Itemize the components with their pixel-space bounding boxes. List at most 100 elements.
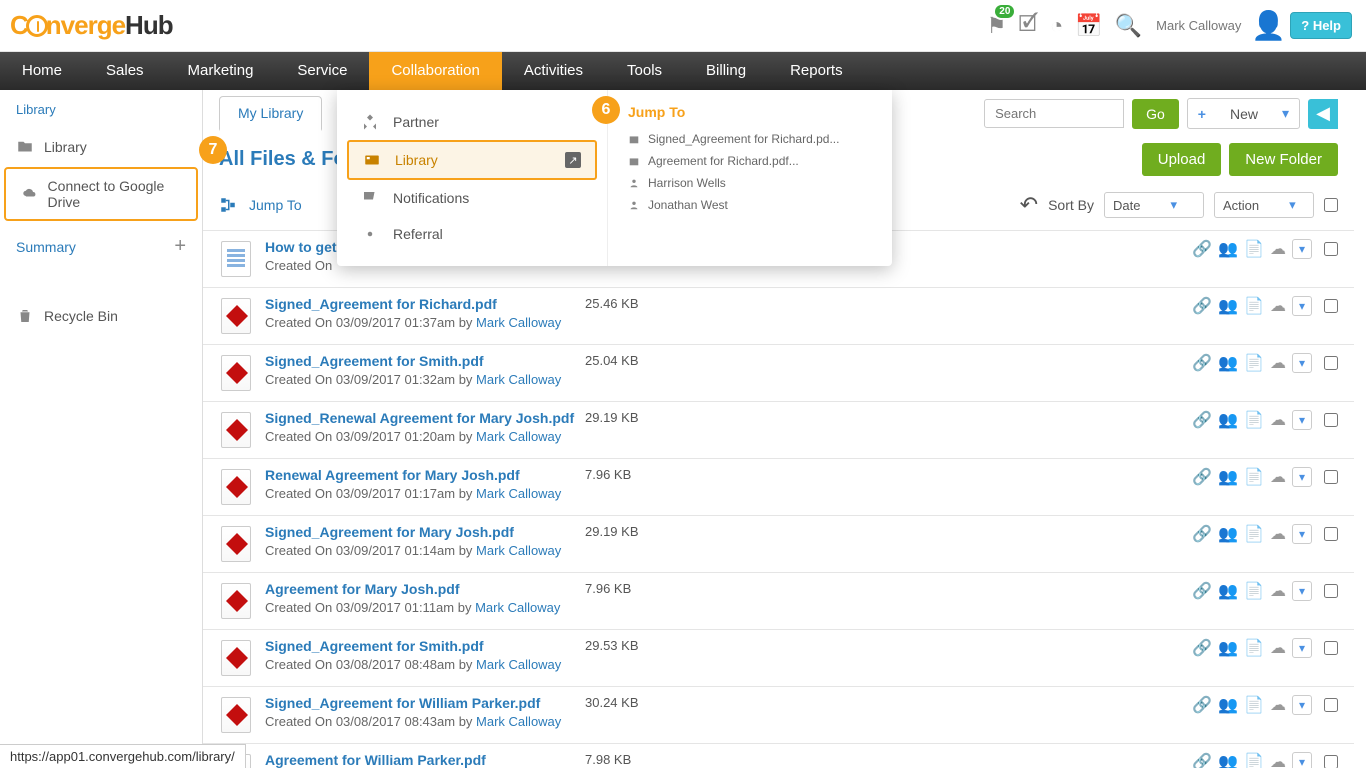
- file-name-link[interactable]: Signed_Agreement for Smith.pdf: [265, 353, 585, 369]
- username-label[interactable]: Mark Calloway: [1156, 18, 1241, 33]
- share-icon[interactable]: 👥: [1218, 239, 1238, 259]
- jump-to-item[interactable]: Jonathan West: [628, 194, 872, 216]
- clipboard-icon[interactable]: 🗹: [1014, 5, 1042, 47]
- clock-icon[interactable]: ◔: [1046, 11, 1067, 41]
- select-all-checkbox[interactable]: [1324, 198, 1338, 212]
- file-icon[interactable]: 📄: [1244, 239, 1264, 259]
- jump-to-item[interactable]: Harrison Wells: [628, 172, 872, 194]
- file-name-link[interactable]: Signed_Agreement for William Parker.pdf: [265, 695, 585, 711]
- link-icon[interactable]: 🔗: [1192, 467, 1212, 487]
- nav-item-tools[interactable]: Tools: [605, 52, 684, 90]
- row-menu-button[interactable]: ▾: [1292, 353, 1312, 373]
- link-icon[interactable]: 🔗: [1192, 410, 1212, 430]
- link-icon[interactable]: 🔗: [1192, 296, 1212, 316]
- search-icon[interactable]: 🔍: [1111, 11, 1146, 41]
- share-icon[interactable]: 👥: [1218, 695, 1238, 715]
- row-menu-button[interactable]: ▾: [1292, 410, 1312, 430]
- author-link[interactable]: Mark Calloway: [476, 543, 561, 558]
- nav-item-activities[interactable]: Activities: [502, 52, 605, 90]
- calendar-icon[interactable]: 📅: [1071, 11, 1106, 41]
- author-link[interactable]: Mark Calloway: [475, 600, 560, 615]
- share-icon[interactable]: 👥: [1218, 296, 1238, 316]
- download-icon[interactable]: ☁: [1270, 581, 1286, 601]
- file-icon[interactable]: 📄: [1244, 410, 1264, 430]
- sidebar-item-library[interactable]: Library: [0, 129, 202, 165]
- dropdown-item-referral[interactable]: Referral: [347, 216, 597, 252]
- logo[interactable]: CnvergeHub: [10, 10, 173, 41]
- file-icon[interactable]: 📄: [1244, 524, 1264, 544]
- link-icon[interactable]: 🔗: [1192, 638, 1212, 658]
- nav-item-marketing[interactable]: Marketing: [166, 52, 276, 90]
- jump-to-item[interactable]: Signed_Agreement for Richard.pd...: [628, 128, 872, 150]
- file-icon[interactable]: 📄: [1244, 752, 1264, 768]
- row-checkbox[interactable]: [1324, 755, 1338, 768]
- search-input[interactable]: [984, 99, 1124, 128]
- download-icon[interactable]: ☁: [1270, 353, 1286, 373]
- sidebar-item-google-drive[interactable]: Connect to Google Drive: [4, 167, 198, 221]
- row-checkbox[interactable]: [1324, 242, 1338, 256]
- file-icon[interactable]: 📄: [1244, 467, 1264, 487]
- share-icon[interactable]: 👥: [1218, 581, 1238, 601]
- download-icon[interactable]: ☁: [1270, 296, 1286, 316]
- download-icon[interactable]: ☁: [1270, 695, 1286, 715]
- flag-icon[interactable]: ⚑20: [983, 11, 1011, 41]
- download-icon[interactable]: ☁: [1270, 410, 1286, 430]
- tab-my-library[interactable]: My Library: [219, 96, 322, 131]
- download-icon[interactable]: ☁: [1270, 638, 1286, 658]
- author-link[interactable]: Mark Calloway: [476, 714, 561, 729]
- share-icon[interactable]: 👥: [1218, 638, 1238, 658]
- row-menu-button[interactable]: ▾: [1292, 296, 1312, 316]
- nav-item-service[interactable]: Service: [275, 52, 369, 90]
- add-icon[interactable]: +: [174, 235, 186, 258]
- row-checkbox[interactable]: [1324, 470, 1338, 484]
- author-link[interactable]: Mark Calloway: [476, 315, 561, 330]
- nav-item-sales[interactable]: Sales: [84, 52, 166, 90]
- action-dropdown[interactable]: Action▾: [1214, 192, 1314, 218]
- collapse-panel-button[interactable]: ◀: [1308, 99, 1338, 129]
- row-checkbox[interactable]: [1324, 356, 1338, 370]
- row-checkbox[interactable]: [1324, 641, 1338, 655]
- link-icon[interactable]: 🔗: [1192, 239, 1212, 259]
- download-icon[interactable]: ☁: [1270, 239, 1286, 259]
- sidebar-summary-link[interactable]: Summary: [16, 239, 76, 255]
- author-link[interactable]: Mark Calloway: [476, 486, 561, 501]
- row-menu-button[interactable]: ▾: [1292, 524, 1312, 544]
- row-checkbox[interactable]: [1324, 299, 1338, 313]
- row-checkbox[interactable]: [1324, 527, 1338, 541]
- dropdown-item-partner[interactable]: Partner: [347, 104, 597, 140]
- row-menu-button[interactable]: ▾: [1292, 239, 1312, 259]
- row-checkbox[interactable]: [1324, 584, 1338, 598]
- author-link[interactable]: Mark Calloway: [476, 657, 561, 672]
- file-icon[interactable]: 📄: [1244, 581, 1264, 601]
- undo-icon[interactable]: ↶: [1020, 192, 1038, 218]
- share-icon[interactable]: 👥: [1218, 353, 1238, 373]
- file-name-link[interactable]: Agreement for Mary Josh.pdf: [265, 581, 585, 597]
- file-icon[interactable]: 📄: [1244, 353, 1264, 373]
- link-icon[interactable]: 🔗: [1192, 695, 1212, 715]
- sort-field-dropdown[interactable]: Date▾: [1104, 192, 1204, 218]
- nav-item-collaboration[interactable]: Collaboration: [369, 52, 501, 90]
- nav-item-home[interactable]: Home: [0, 52, 84, 90]
- share-icon[interactable]: 👥: [1218, 467, 1238, 487]
- share-icon[interactable]: 👥: [1218, 524, 1238, 544]
- file-icon[interactable]: 📄: [1244, 296, 1264, 316]
- avatar-icon[interactable]: 👤: [1251, 9, 1286, 42]
- row-checkbox[interactable]: [1324, 698, 1338, 712]
- link-icon[interactable]: 🔗: [1192, 353, 1212, 373]
- nav-item-billing[interactable]: Billing: [684, 52, 768, 90]
- file-name-link[interactable]: Signed_Agreement for Smith.pdf: [265, 638, 585, 654]
- file-icon[interactable]: 📄: [1244, 638, 1264, 658]
- download-icon[interactable]: ☁: [1270, 752, 1286, 768]
- file-name-link[interactable]: Agreement for William Parker.pdf: [265, 752, 585, 768]
- row-menu-button[interactable]: ▾: [1292, 695, 1312, 715]
- row-menu-button[interactable]: ▾: [1292, 638, 1312, 658]
- row-checkbox[interactable]: [1324, 413, 1338, 427]
- nav-item-reports[interactable]: Reports: [768, 52, 865, 90]
- upload-button[interactable]: Upload: [1142, 143, 1222, 176]
- jump-to-item[interactable]: Agreement for Richard.pdf...: [628, 150, 872, 172]
- file-name-link[interactable]: Signed_Renewal Agreement for Mary Josh.p…: [265, 410, 585, 426]
- dropdown-item-library[interactable]: Library↗: [347, 140, 597, 180]
- help-button[interactable]: ? Help: [1290, 12, 1352, 39]
- row-menu-button[interactable]: ▾: [1292, 752, 1312, 768]
- file-icon[interactable]: 📄: [1244, 695, 1264, 715]
